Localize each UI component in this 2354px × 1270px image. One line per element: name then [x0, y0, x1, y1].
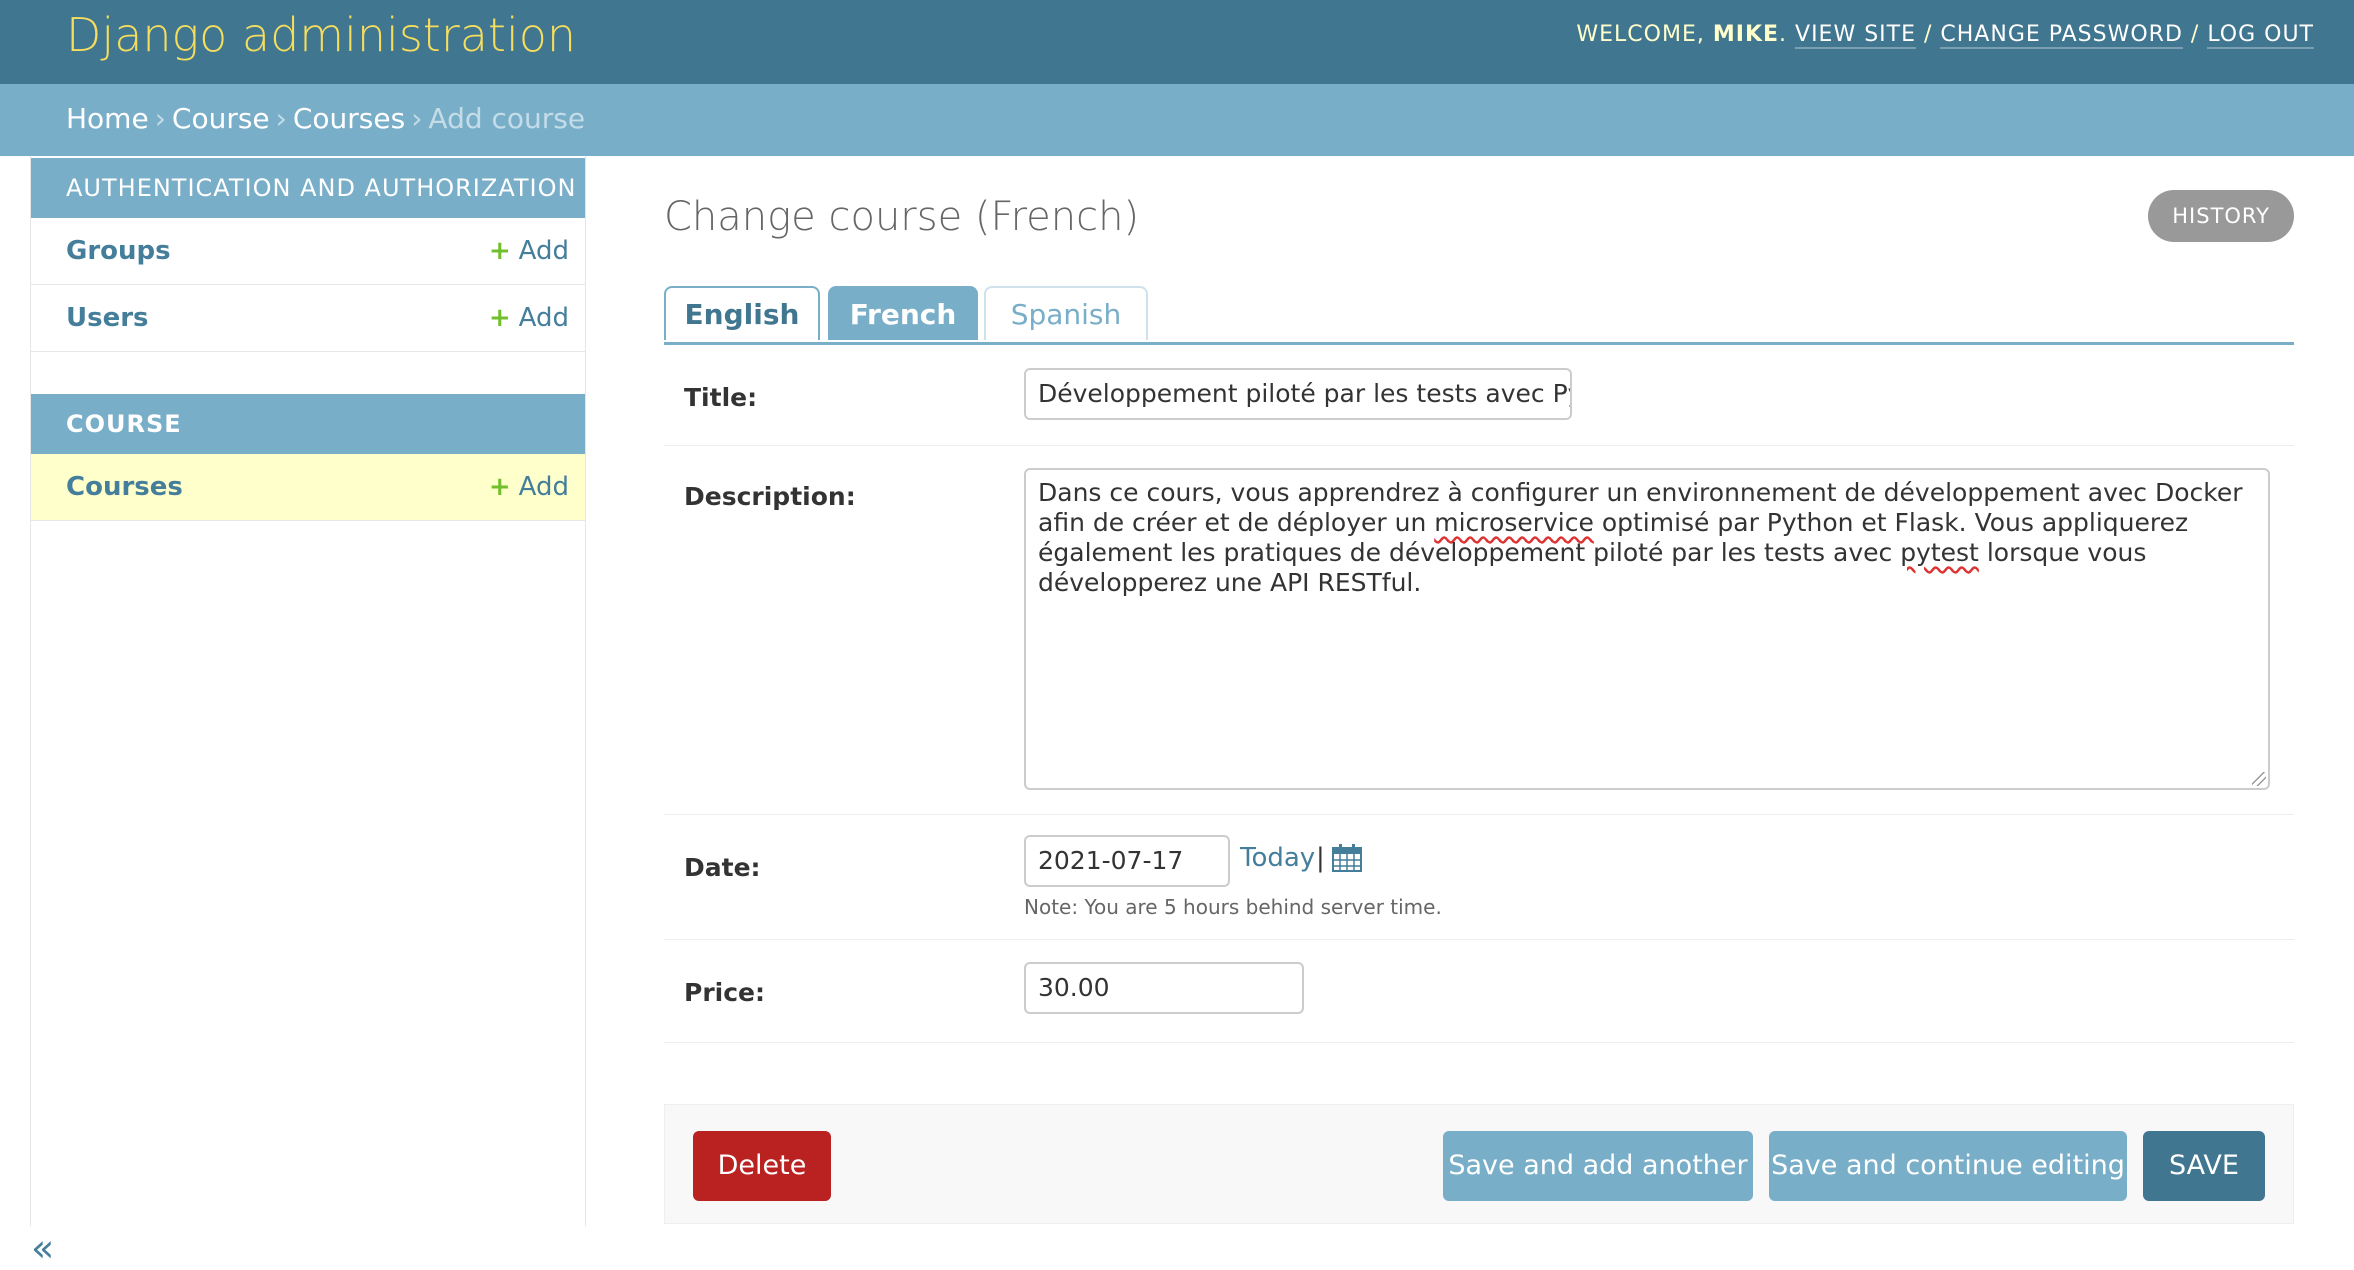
- sidebar-item-courses: Courses + Add: [31, 454, 585, 521]
- welcome-text: Welcome,: [1576, 22, 1705, 47]
- breadcrumb-separator: ›: [275, 102, 287, 135]
- date-help-note: Note: You are 5 hours behind server time…: [1024, 895, 1442, 919]
- title-input[interactable]: Développement piloté par les tests avec …: [1024, 368, 1572, 420]
- log-out-link[interactable]: Log out: [2207, 22, 2314, 49]
- breadcrumb-course[interactable]: Course: [172, 102, 270, 135]
- save-and-continue-button[interactable]: Save and continue editing: [1769, 1131, 2127, 1201]
- add-label: Add: [518, 472, 569, 502]
- submit-row: Delete Save and add another Save and con…: [664, 1104, 2294, 1224]
- sidebar-item-users: Users + Add: [31, 285, 585, 352]
- header: Django administration Welcome, Mike. Vie…: [0, 0, 2354, 84]
- change-password-link[interactable]: Change password: [1940, 22, 2183, 49]
- add-courses-link[interactable]: + Add: [489, 472, 569, 502]
- save-button[interactable]: SAVE: [2143, 1131, 2265, 1201]
- form-row-title: Title: Développement piloté par les test…: [664, 345, 2294, 446]
- tab-spanish[interactable]: Spanish: [984, 286, 1148, 340]
- username: Mike: [1712, 22, 1780, 47]
- sidebar-item-label[interactable]: Groups: [66, 236, 171, 266]
- nav-sidebar: Authentication and Authorization Groups …: [30, 156, 586, 1270]
- description-textarea[interactable]: Dans ce cours, vous apprendrez à configu…: [1024, 468, 2270, 790]
- price-input[interactable]: 30.00: [1024, 962, 1304, 1014]
- breadcrumb-separator: ›: [411, 102, 423, 135]
- language-tabs: English French Spanish: [664, 286, 2294, 345]
- sidebar-item-groups: Groups + Add: [31, 218, 585, 285]
- form-row-date: Date: 2021-07-17 Today | Note: You are 5…: [664, 815, 2294, 940]
- breadcrumb-separator: ›: [154, 102, 166, 135]
- sidebar-item-label[interactable]: Users: [66, 303, 149, 333]
- site-branding[interactable]: Django administration: [66, 8, 576, 62]
- plus-icon: +: [488, 303, 511, 333]
- resize-grip-icon[interactable]: [2252, 772, 2266, 786]
- calendar-icon[interactable]: [1332, 844, 1362, 872]
- tab-french[interactable]: French: [828, 286, 978, 340]
- module-caption-auth[interactable]: Authentication and Authorization: [31, 158, 585, 218]
- add-label: Add: [518, 236, 569, 266]
- today-link[interactable]: Today: [1240, 843, 1315, 873]
- add-label: Add: [518, 303, 569, 333]
- module-caption-course[interactable]: Course: [31, 394, 585, 454]
- form-row-description: Description: Dans ce cours, vous apprend…: [664, 446, 2294, 815]
- module-spacer: [31, 352, 585, 392]
- description-text: microservice: [1434, 508, 1594, 537]
- breadcrumb-courses[interactable]: Courses: [293, 102, 405, 135]
- breadcrumb: Home › Course › Courses › Add course: [0, 84, 2354, 156]
- tab-english[interactable]: English: [664, 286, 820, 340]
- date-input[interactable]: 2021-07-17: [1024, 835, 1230, 887]
- description-label: Description:: [684, 482, 856, 511]
- history-button[interactable]: History: [2148, 190, 2294, 242]
- form-row-price: Price: 30.00: [664, 940, 2294, 1043]
- separator: |: [1316, 843, 1325, 873]
- breadcrumb-current: Add course: [428, 102, 586, 135]
- plus-icon: +: [488, 472, 511, 502]
- price-label: Price:: [684, 978, 765, 1007]
- add-groups-link[interactable]: + Add: [489, 236, 569, 266]
- plus-icon: +: [488, 236, 511, 266]
- description-text: pytest: [1900, 538, 1979, 567]
- breadcrumb-home[interactable]: Home: [66, 102, 149, 135]
- user-tools: Welcome, Mike. View site / Change passwo…: [1576, 22, 2314, 49]
- title-label: Title:: [684, 383, 758, 412]
- view-site-link[interactable]: View site: [1795, 22, 1916, 49]
- delete-button[interactable]: Delete: [693, 1131, 831, 1201]
- collapse-sidebar-icon[interactable]: «: [31, 1226, 54, 1270]
- page-title: Change course (French): [664, 194, 1140, 240]
- date-label: Date:: [684, 853, 761, 882]
- add-users-link[interactable]: + Add: [489, 303, 569, 333]
- save-and-add-another-button[interactable]: Save and add another: [1443, 1131, 1753, 1201]
- sidebar-item-label[interactable]: Courses: [66, 472, 183, 502]
